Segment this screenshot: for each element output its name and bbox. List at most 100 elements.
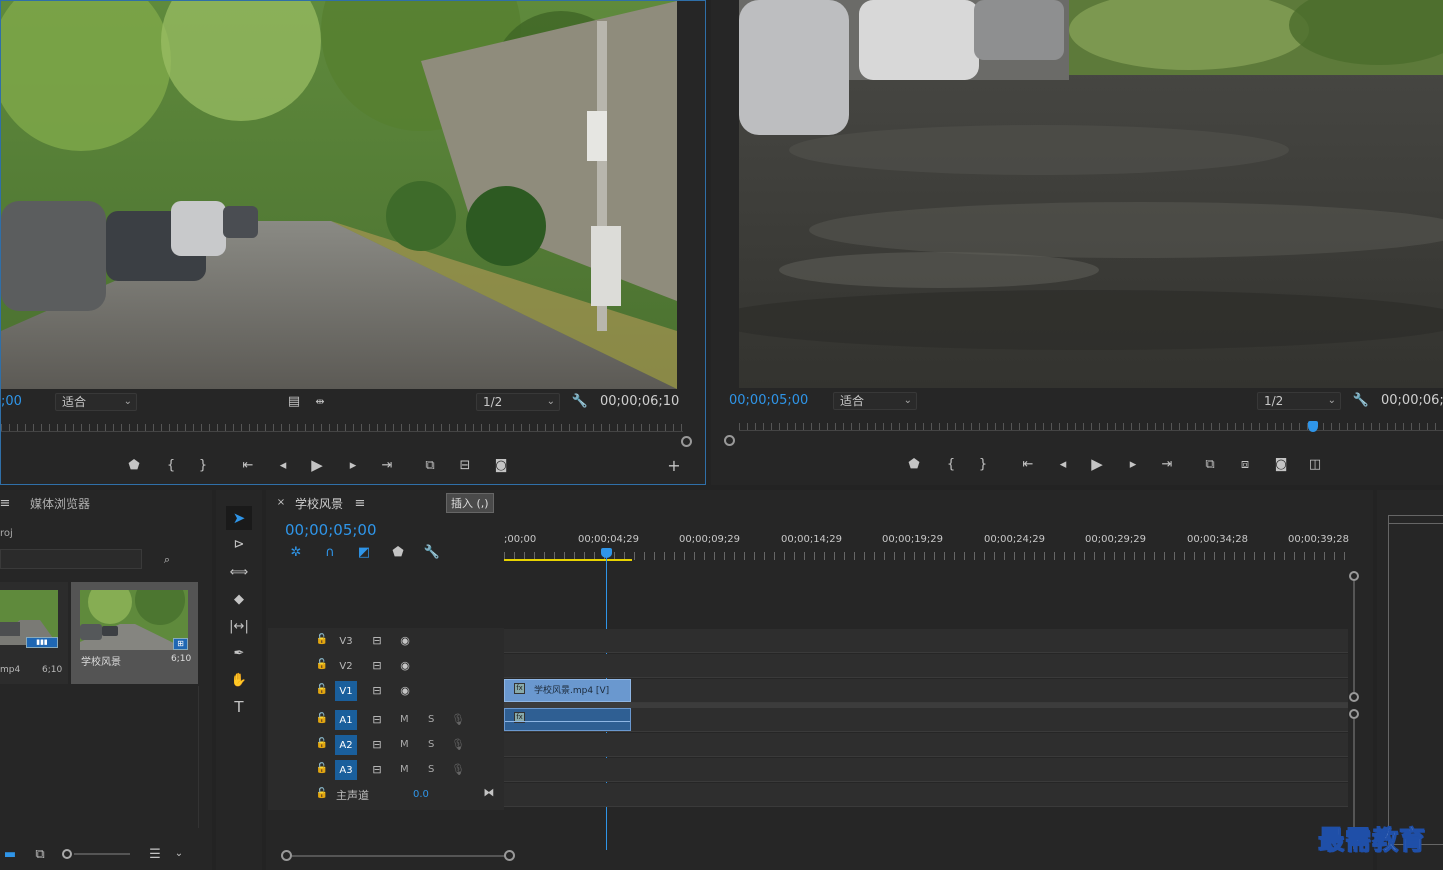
camera-icon[interactable]: ◙ [1272, 456, 1290, 472]
go-to-out-icon[interactable]: ⇥ [1158, 456, 1176, 472]
microphone-icon[interactable]: 🎙 [451, 737, 465, 751]
horizontal-scrollbar[interactable] [281, 850, 515, 862]
track-lane-master[interactable] [504, 783, 1348, 807]
vertical-scrollbar-video[interactable] [1349, 571, 1359, 702]
program-scrub-ruler[interactable] [739, 423, 1443, 431]
track-lane-v2[interactable] [504, 654, 1348, 678]
wrench-icon[interactable]: 🔧 [571, 392, 589, 410]
lock-icon[interactable]: 🔓 [316, 712, 328, 726]
extract-icon[interactable]: ⧈ [1235, 456, 1255, 472]
time-ruler[interactable]: ;00;00 00;00;04;29 00;00;09;29 00;00;14;… [504, 530, 1349, 562]
eye-icon[interactable]: ◉ [397, 633, 413, 647]
add-marker-icon[interactable]: ⬟ [390, 544, 406, 560]
track-select-tool-icon[interactable]: ⊳ [228, 534, 250, 554]
solo-button[interactable]: S [428, 739, 434, 750]
solo-button[interactable]: S [428, 714, 434, 725]
eye-icon[interactable]: ◉ [397, 658, 413, 672]
track-target-a3[interactable]: A3 [335, 760, 357, 780]
program-resolution-select[interactable]: 1/2 ⌄ [1257, 392, 1341, 410]
microphone-icon[interactable]: 🎙 [451, 712, 465, 726]
step-back-icon[interactable]: ◂ [274, 457, 292, 473]
program-scroll-handle[interactable] [724, 435, 735, 446]
lock-icon[interactable]: 🔓 [316, 658, 328, 672]
media-browser-tab[interactable]: 媒体浏览器 [30, 495, 90, 512]
zoom-slider-handle[interactable] [62, 849, 72, 859]
hand-tool-icon[interactable]: ✋ [228, 670, 250, 690]
chevron-down-icon[interactable]: ⌄ [173, 847, 185, 861]
sync-lock-icon[interactable]: ⊟ [370, 658, 384, 672]
go-to-end-icon[interactable]: ⧓ [482, 785, 496, 799]
add-marker-icon[interactable]: ⬟ [126, 457, 142, 473]
insert-overwrite-icon[interactable]: ⇹ [311, 393, 329, 409]
sync-lock-icon[interactable]: ⊟ [370, 712, 384, 726]
audio-clip[interactable]: fx [504, 708, 631, 731]
solo-button[interactable]: S [428, 764, 434, 775]
lift-icon[interactable]: ⧉ [1200, 456, 1220, 472]
menu-icon[interactable]: ≡ [354, 497, 366, 510]
program-timecode[interactable]: 00;00;05;00 [729, 393, 808, 408]
master-volume-value[interactable]: 0.0 [413, 789, 429, 800]
search-folder-icon[interactable]: ⌕ [159, 551, 175, 567]
linked-selection-icon[interactable]: ◩ [355, 544, 373, 560]
step-back-icon[interactable]: ◂ [1054, 456, 1072, 472]
source-resolution-select[interactable]: 1/2 ⌄ [476, 393, 560, 411]
razor-tool-icon[interactable]: ◆ [228, 589, 250, 609]
scrollbar-track[interactable] [198, 686, 199, 828]
sort-icon[interactable]: ☰ [147, 847, 163, 861]
ripple-edit-tool-icon[interactable]: ⟺ [228, 562, 250, 582]
track-lane-a2[interactable] [504, 733, 1348, 757]
sync-lock-icon[interactable]: ⊟ [370, 762, 384, 776]
lock-icon[interactable]: 🔓 [316, 633, 328, 647]
track-target-v1[interactable]: V1 [335, 681, 357, 701]
step-forward-icon[interactable]: ▸ [344, 457, 362, 473]
comparison-view-icon[interactable]: ◫ [1305, 456, 1325, 472]
mute-button[interactable]: M [400, 764, 409, 775]
go-to-out-icon[interactable]: ⇥ [378, 457, 396, 473]
zoom-slider[interactable] [62, 849, 132, 859]
sync-lock-icon[interactable]: ⊟ [370, 633, 384, 647]
play-icon[interactable]: ▶ [308, 456, 326, 474]
search-input[interactable] [0, 549, 142, 569]
media-item[interactable]: ▮▮▮ mp4 6;10 [0, 582, 68, 684]
lock-icon[interactable]: 🔓 [316, 762, 328, 776]
step-forward-icon[interactable]: ▸ [1124, 456, 1142, 472]
mark-in-icon[interactable]: { [163, 457, 179, 473]
track-target-a1[interactable]: A1 [335, 710, 357, 730]
add-marker-icon[interactable]: ⬟ [906, 456, 922, 472]
program-playhead[interactable] [1308, 421, 1318, 432]
video-clip[interactable]: fx 学校风景.mp4 [V] [504, 679, 631, 702]
sync-lock-icon[interactable]: ⊟ [370, 683, 384, 697]
source-fit-select[interactable]: 适合 ⌄ [55, 393, 137, 411]
mark-out-icon[interactable]: } [195, 457, 211, 473]
snap-icon[interactable]: ∩ [321, 544, 339, 560]
microphone-icon[interactable]: 🎙 [451, 762, 465, 776]
track-target-a2[interactable]: A2 [335, 735, 357, 755]
track-target-v2[interactable]: V2 [335, 656, 357, 676]
work-area-bar[interactable] [504, 559, 632, 561]
go-to-in-icon[interactable]: ⇤ [1019, 456, 1037, 472]
camera-icon[interactable]: ◙ [492, 457, 510, 473]
timeline-timecode[interactable]: 00;00;05;00 [285, 521, 377, 539]
mute-button[interactable]: M [400, 714, 409, 725]
export-frame-icon[interactable]: ▤ [286, 393, 302, 409]
timeline-settings-icon[interactable]: 🔧 [423, 544, 441, 560]
mark-in-icon[interactable]: { [943, 456, 959, 472]
source-scroll-handle[interactable] [681, 436, 692, 447]
nest-icon[interactable]: ✲ [287, 544, 305, 560]
slip-tool-icon[interactable]: |↔| [228, 616, 250, 636]
close-tab-icon[interactable]: × [276, 498, 286, 508]
insert-icon[interactable]: ⧉ [420, 457, 440, 473]
lock-icon[interactable]: 🔓 [316, 737, 328, 751]
menu-icon[interactable]: ≡ [0, 496, 10, 510]
mute-button[interactable]: M [400, 739, 409, 750]
program-fit-select[interactable]: 适合 ⌄ [833, 392, 917, 410]
go-to-in-icon[interactable]: ⇤ [239, 457, 257, 473]
icon-view-icon[interactable]: ⧉ [30, 847, 50, 861]
track-target-v3[interactable]: V3 [335, 631, 357, 651]
selection-tool-icon[interactable]: ➤ [226, 506, 252, 530]
track-lane-a3[interactable] [504, 758, 1348, 782]
media-item[interactable]: ⊞ 学校风景 6;10 [71, 582, 198, 684]
lock-icon[interactable]: 🔓 [316, 683, 328, 697]
type-tool-icon[interactable]: T [228, 697, 250, 717]
play-icon[interactable]: ▶ [1088, 455, 1106, 473]
